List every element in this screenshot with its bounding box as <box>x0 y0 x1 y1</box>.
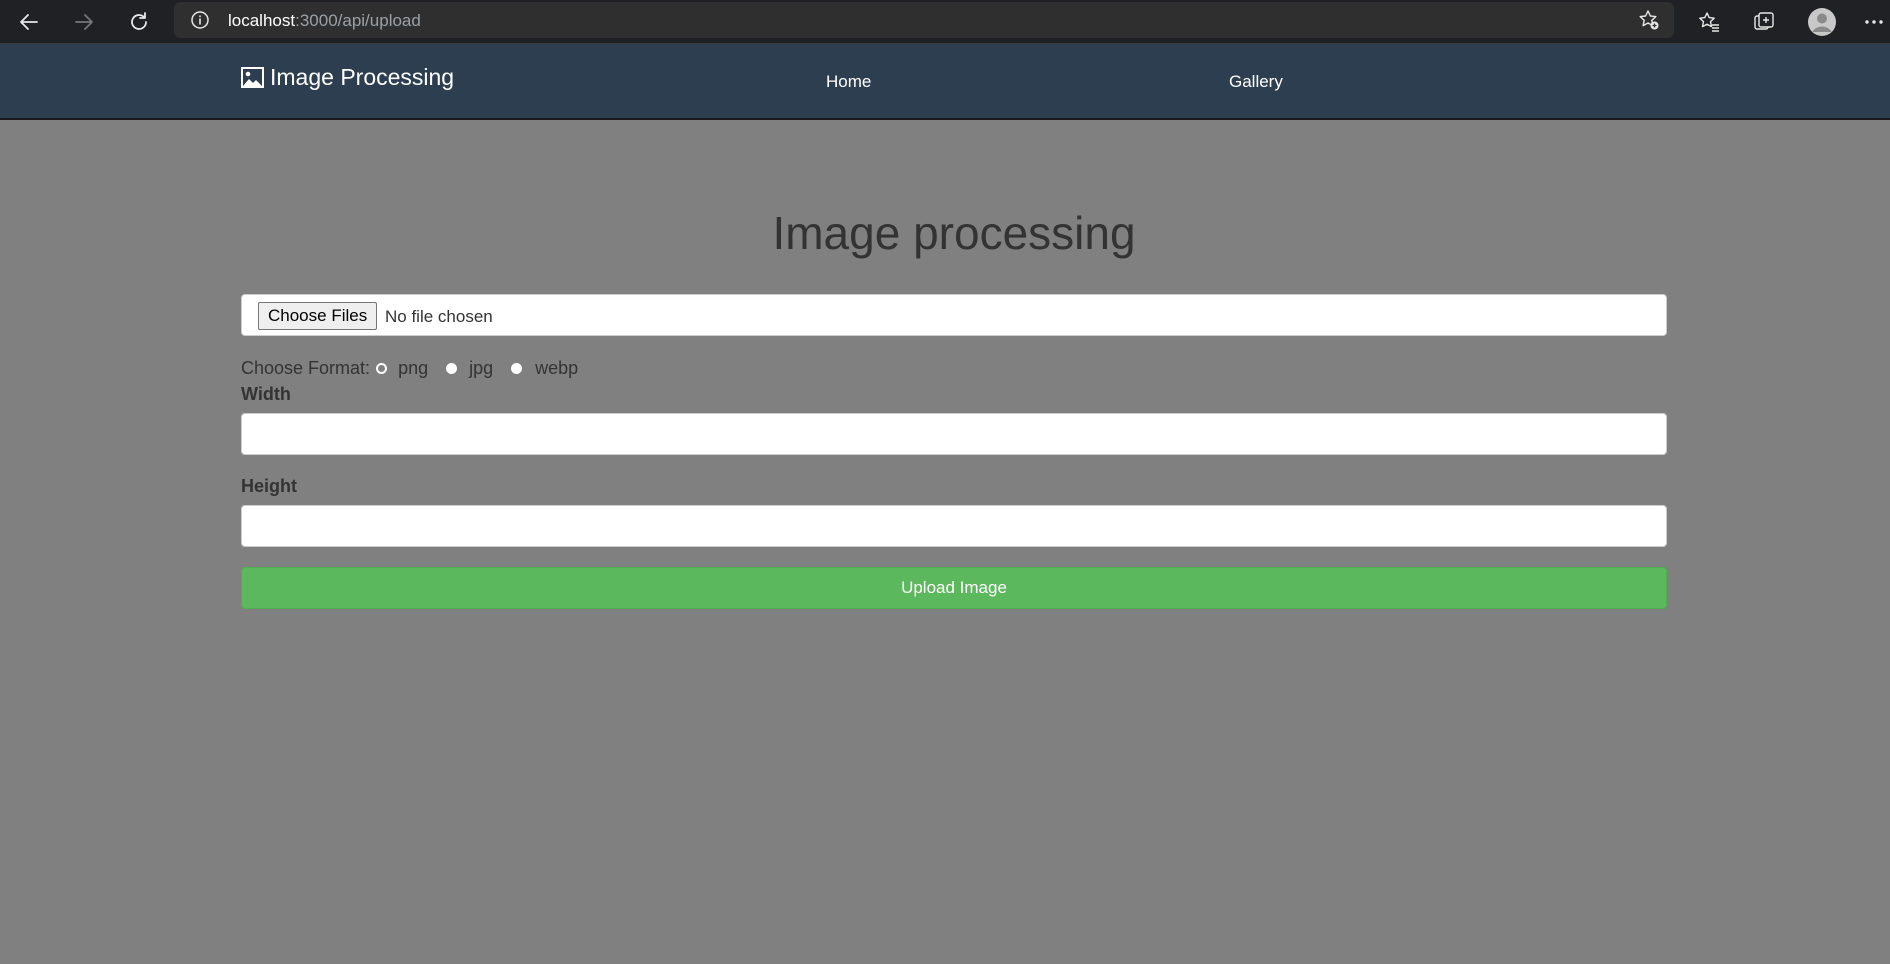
radio-png[interactable] <box>376 363 388 374</box>
info-icon[interactable] <box>190 10 210 30</box>
forward-arrow-icon[interactable] <box>68 6 100 38</box>
nav-link-home[interactable]: Home <box>826 72 871 92</box>
reload-icon[interactable] <box>123 6 155 38</box>
radio-label-jpg: jpg <box>469 358 494 378</box>
nav-link-gallery[interactable]: Gallery <box>1229 72 1283 92</box>
address-bar[interactable]: localhost:3000/api/upload <box>174 2 1674 38</box>
format-selector: Choose Format: png jpg webp <box>241 358 578 379</box>
width-label: Width <box>241 384 291 404</box>
collections-icon[interactable] <box>1748 6 1780 38</box>
height-label: Height <box>241 476 297 496</box>
radio-jpg[interactable] <box>446 363 458 374</box>
url-host: localhost <box>228 11 296 30</box>
choose-files-button[interactable]: Choose Files <box>258 302 378 330</box>
page-title: Image processing <box>772 207 1136 259</box>
height-input[interactable] <box>241 505 1667 547</box>
main-content: Image processing Choose Files No file ch… <box>0 120 1890 964</box>
profile-icon[interactable] <box>1806 6 1838 38</box>
brand-link[interactable]: Image Processing <box>241 64 454 91</box>
more-icon[interactable] <box>1858 6 1890 38</box>
favorites-icon[interactable] <box>1693 6 1725 38</box>
browser-toolbar: localhost:3000/api/upload <box>0 0 1890 44</box>
file-input[interactable]: Choose Files No file chosen <box>241 294 1667 336</box>
radio-label-webp: webp <box>535 358 579 378</box>
file-status-text: No file chosen <box>385 307 493 326</box>
brand-label: Image Processing <box>270 64 455 90</box>
add-favorite-icon[interactable] <box>1638 9 1660 31</box>
format-label: Choose Format: <box>241 358 371 378</box>
radio-webp[interactable] <box>511 363 523 374</box>
radio-label-png: png <box>398 358 429 378</box>
image-icon <box>241 67 264 88</box>
url-text[interactable]: localhost:3000/api/upload <box>228 11 421 31</box>
back-arrow-icon[interactable] <box>13 6 45 38</box>
navbar: Image Processing Home Gallery <box>0 44 1890 120</box>
width-input[interactable] <box>241 413 1667 455</box>
upload-image-button[interactable]: Upload Image <box>241 567 1667 609</box>
url-path: :3000/api/upload <box>295 11 421 30</box>
